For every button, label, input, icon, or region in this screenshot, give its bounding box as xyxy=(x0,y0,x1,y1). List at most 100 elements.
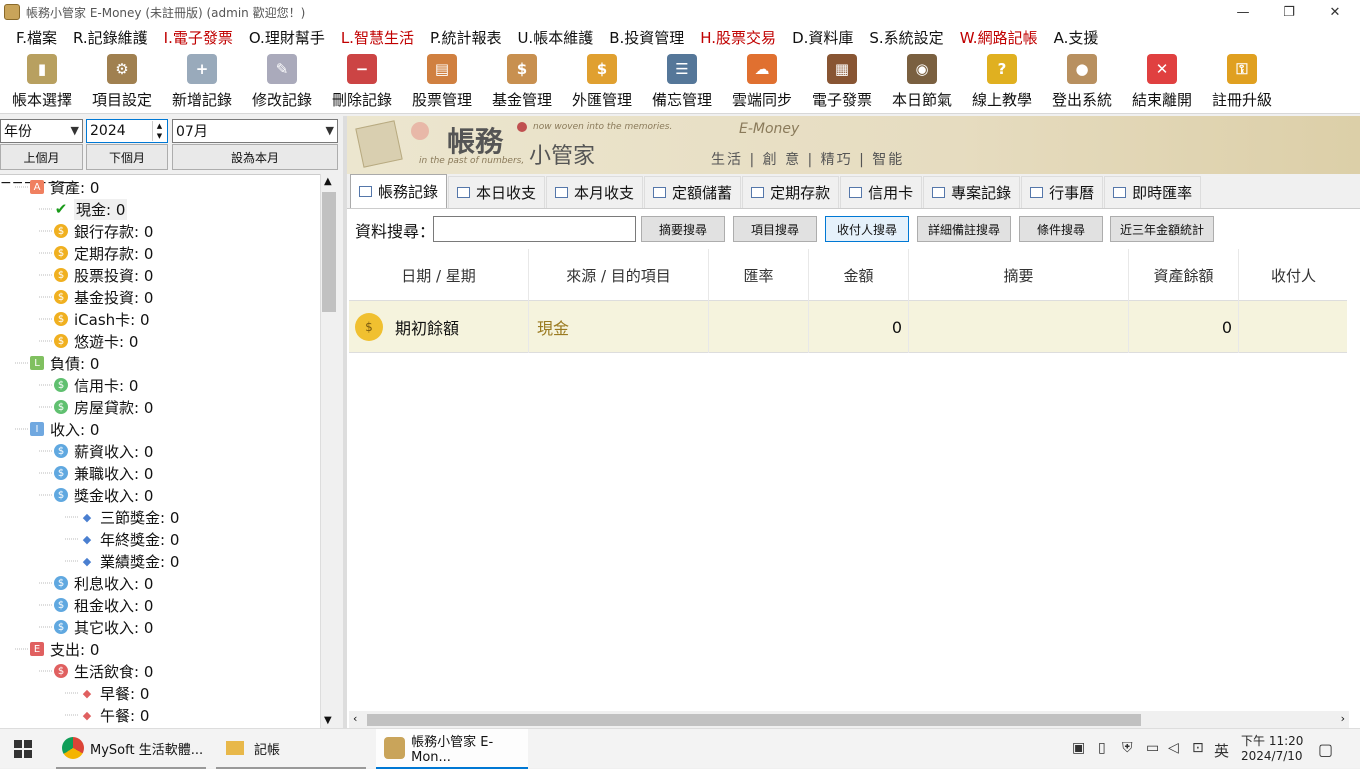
tree-node[interactable]: $ 定期存款: 0 xyxy=(54,242,153,264)
tray-ime-icon[interactable]: ⊡ xyxy=(1192,740,1204,756)
tree-node[interactable]: ◆ 早餐: 0 xyxy=(80,682,150,704)
search-button-5[interactable]: 近三年金額統計 xyxy=(1110,216,1214,242)
search-input[interactable] xyxy=(433,216,636,242)
tree-node[interactable]: $ iCash卡: 0 xyxy=(54,308,150,330)
tree-expander[interactable]: − xyxy=(0,175,12,191)
clock-time[interactable]: 下午 11:20 xyxy=(1241,732,1303,749)
menu-item[interactable]: I.電子發票 xyxy=(156,27,241,48)
toolbar-button[interactable]: ▮ 帳本選擇 xyxy=(2,50,82,112)
taskbar-item-chrome[interactable]: MySoft 生活軟體... xyxy=(56,729,206,769)
year-spinner[interactable]: 2024 ▲ ▼ xyxy=(86,119,168,143)
search-button-1[interactable]: 項目搜尋 xyxy=(733,216,817,242)
toolbar-button[interactable]: ☁ 雲端同步 xyxy=(722,50,802,112)
tree-node[interactable]: ✔ 現金: 0 xyxy=(54,198,128,220)
tree-node[interactable]: $ 信用卡: 0 xyxy=(54,374,138,396)
tree-node[interactable]: $ 房屋貸款: 0 xyxy=(54,396,153,418)
menu-item[interactable]: D.資料庫 xyxy=(784,27,861,48)
tray-usb-icon[interactable]: ▯ xyxy=(1098,740,1106,756)
column-header[interactable]: 日期 / 星期 xyxy=(349,249,529,301)
toolbar-button[interactable]: ? 線上教學 xyxy=(962,50,1042,112)
tab-8[interactable]: 即時匯率 xyxy=(1104,176,1202,208)
tray-volume-icon[interactable]: ◁ xyxy=(1168,740,1179,756)
notification-icon[interactable]: ▢ xyxy=(1318,740,1333,759)
tray-network-icon[interactable]: ▭ xyxy=(1146,740,1159,756)
search-button-4[interactable]: 條件搜尋 xyxy=(1019,216,1103,242)
tab-4[interactable]: 定期存款 xyxy=(742,176,840,208)
menu-item[interactable]: P.統計報表 xyxy=(422,27,509,48)
table-row[interactable]: $ 期初餘額 現金 0 0 xyxy=(349,301,1349,353)
taskbar-item-emoney[interactable]: 帳務小管家 E-Mon... xyxy=(376,729,528,769)
column-header[interactable]: 資產餘額 xyxy=(1129,249,1239,301)
tab-1[interactable]: 本日收支 xyxy=(448,176,546,208)
next-month-button[interactable]: 下個月 xyxy=(86,144,168,170)
tree-node[interactable]: $ 利息收入: 0 xyxy=(54,572,153,594)
tree-node[interactable]: L 負債: 0 xyxy=(30,352,99,374)
tree-node[interactable]: $ 生活飲食: 0 xyxy=(54,660,153,682)
search-button-3[interactable]: 詳細備註搜尋 xyxy=(917,216,1011,242)
tree-node[interactable]: ◆ 業績獎金: 0 xyxy=(80,550,180,572)
menu-item[interactable]: B.投資管理 xyxy=(601,27,692,48)
tree-node[interactable]: $ 悠遊卡: 0 xyxy=(54,330,138,352)
tab-7[interactable]: 行事曆 xyxy=(1021,176,1104,208)
menu-item[interactable]: U.帳本維護 xyxy=(509,27,601,48)
tree-node[interactable]: $ 薪資收入: 0 xyxy=(54,440,153,462)
toolbar-button[interactable]: ▦ 電子發票 xyxy=(802,50,882,112)
scroll-left-icon[interactable]: ‹ xyxy=(353,712,357,725)
tree-node[interactable]: $ 其它收入: 0 xyxy=(54,616,153,638)
taskbar-item-folder[interactable]: 記帳 xyxy=(216,729,366,769)
column-header[interactable]: 收付人 xyxy=(1239,249,1349,301)
tray-security-icon[interactable]: ⛨ xyxy=(1122,740,1133,756)
scroll-thumb[interactable] xyxy=(322,192,336,312)
tree-node[interactable]: ◆ 三節獎金: 0 xyxy=(80,506,180,528)
scroll-right-icon[interactable]: › xyxy=(1341,712,1345,725)
search-button-0[interactable]: 摘要搜尋 xyxy=(641,216,725,242)
tree-node[interactable]: $ 股票投資: 0 xyxy=(54,264,153,286)
tray-ime-lang[interactable]: 英 xyxy=(1214,740,1229,761)
tab-0[interactable]: 帳務記錄 xyxy=(350,174,448,208)
tree-node[interactable]: ◆ 年終獎金: 0 xyxy=(80,528,180,550)
tree-node[interactable]: $ 租金收入: 0 xyxy=(54,594,153,616)
windows-start-icon[interactable] xyxy=(14,740,32,758)
clock-date[interactable]: 2024/7/10 xyxy=(1241,749,1303,763)
grid-hscroll[interactable]: ‹ › xyxy=(349,711,1349,728)
toolbar-button[interactable]: ● 登出系統 xyxy=(1042,50,1122,112)
tree-node[interactable]: $ 獎金收入: 0 xyxy=(54,484,153,506)
menu-item[interactable]: A.支援 xyxy=(1046,27,1107,48)
minimize-button[interactable]: — xyxy=(1220,0,1266,24)
toolbar-button[interactable]: ◉ 本日節氣 xyxy=(882,50,962,112)
menu-item[interactable]: F.檔案 xyxy=(8,27,65,48)
tab-6[interactable]: 專案記錄 xyxy=(923,176,1021,208)
tree-node[interactable]: $ 基金投資: 0 xyxy=(54,286,153,308)
scroll-down-icon[interactable]: ▼ xyxy=(324,715,332,726)
menu-item[interactable]: W.網路記帳 xyxy=(952,27,1046,48)
toolbar-button[interactable]: ▤ 股票管理 xyxy=(402,50,482,112)
menu-item[interactable]: O.理財幫手 xyxy=(241,27,333,48)
menu-item[interactable]: L.智慧生活 xyxy=(333,27,422,48)
tree-node[interactable]: I 收入: 0 xyxy=(30,418,99,440)
month-select[interactable]: 07月 ▼ xyxy=(172,119,338,143)
toolbar-button[interactable]: ✕ 結束離開 xyxy=(1122,50,1202,112)
tray-photo-icon[interactable]: ▣ xyxy=(1072,740,1085,756)
tree-node[interactable]: ◆ 午餐: 0 xyxy=(80,704,150,726)
spinner-arrows-icon[interactable]: ▲ ▼ xyxy=(152,121,166,141)
toolbar-button[interactable]: ⚿ 註冊升級 xyxy=(1202,50,1282,112)
tab-2[interactable]: 本月收支 xyxy=(546,176,644,208)
tree-node[interactable]: A 資產: 0 xyxy=(30,176,99,198)
set-this-month-button[interactable]: 設為本月 xyxy=(172,144,338,170)
tree-node[interactable]: $ 兼職收入: 0 xyxy=(54,462,153,484)
column-header[interactable]: 來源 / 目的項目 xyxy=(529,249,709,301)
scroll-up-icon[interactable]: ▲ xyxy=(324,176,332,187)
tree-scrollbar[interactable]: ▲ ▼ xyxy=(320,174,337,728)
close-button[interactable]: ✕ xyxy=(1312,0,1358,24)
prev-month-button[interactable]: 上個月 xyxy=(0,144,83,170)
menu-item[interactable]: S.系統設定 xyxy=(861,27,951,48)
tab-5[interactable]: 信用卡 xyxy=(840,176,923,208)
menu-item[interactable]: H.股票交易 xyxy=(692,27,784,48)
toolbar-button[interactable]: ✎ 修改記錄 xyxy=(242,50,322,112)
tab-3[interactable]: 定額儲蓄 xyxy=(644,176,742,208)
toolbar-button[interactable]: − 刪除記錄 xyxy=(322,50,402,112)
tree-node[interactable]: $ 銀行存款: 0 xyxy=(54,220,153,242)
toolbar-button[interactable]: ☰ 備忘管理 xyxy=(642,50,722,112)
period-type-select[interactable]: 年份 ▼ xyxy=(0,119,83,143)
column-header[interactable]: 摘要 xyxy=(909,249,1129,301)
